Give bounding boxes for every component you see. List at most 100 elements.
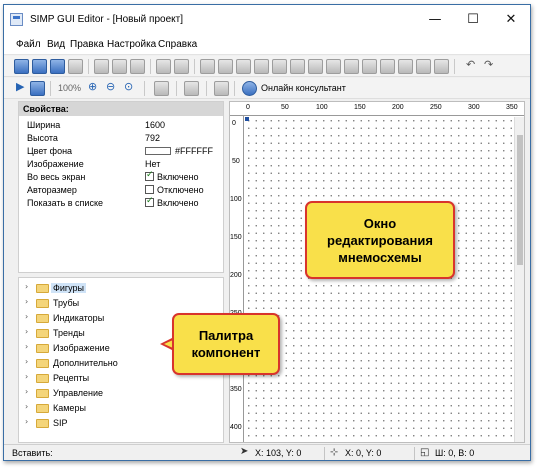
dot-grid[interactable] <box>245 117 513 442</box>
align-middle-icon[interactable] <box>272 59 287 74</box>
layout-icon[interactable] <box>214 81 229 96</box>
color-picker[interactable]: #FFFFFF <box>145 146 213 156</box>
property-row[interactable]: Во весь экран Включено <box>19 170 223 184</box>
property-row[interactable]: Авторазмер Отключено <box>19 184 223 197</box>
property-name: Высота <box>27 133 58 143</box>
group-icon[interactable] <box>156 59 171 74</box>
open-file-icon[interactable] <box>32 59 47 74</box>
layer-up-icon[interactable] <box>434 59 449 74</box>
vertical-scrollbar[interactable] <box>514 117 524 442</box>
toolbar-separator <box>454 59 455 74</box>
same-size-icon[interactable] <box>344 59 359 74</box>
distribute-v-icon[interactable] <box>380 59 395 74</box>
undo-icon[interactable]: ↶ <box>466 58 475 71</box>
property-row[interactable]: Высота 792 <box>19 132 223 145</box>
distribute-h-icon[interactable] <box>362 59 377 74</box>
folder-icon <box>36 404 49 413</box>
callout-line: мнемосхемы <box>338 250 422 265</box>
properties-header: Свойства: <box>19 102 223 116</box>
zoom-in-icon[interactable]: ⊕ <box>88 80 97 93</box>
monitor-icon[interactable] <box>30 81 45 96</box>
tree-item-pipes[interactable]: › Трубы <box>19 296 219 310</box>
expand-arrow-icon[interactable]: › <box>25 387 28 396</box>
property-row[interactable]: Изображение Нет <box>19 158 223 171</box>
autosize-checkbox[interactable] <box>145 185 154 194</box>
property-name: Цвет фона <box>27 146 73 156</box>
grid-icon[interactable] <box>184 81 199 96</box>
same-height-icon[interactable] <box>326 59 341 74</box>
consultant-icon[interactable] <box>242 81 257 96</box>
properties-icon[interactable] <box>154 81 169 96</box>
align-top-icon[interactable] <box>254 59 269 74</box>
run-icon[interactable]: ▶ <box>16 80 24 93</box>
redo-icon[interactable]: ↷ <box>484 58 493 71</box>
toolbar-separator <box>50 81 51 96</box>
cut-icon[interactable] <box>94 59 109 74</box>
bring-front-icon[interactable] <box>398 59 413 74</box>
menu-view[interactable]: Вид <box>47 39 65 50</box>
expand-arrow-icon[interactable]: › <box>25 312 28 321</box>
tree-item-label: Управление <box>53 388 104 398</box>
callout-line: компонент <box>191 345 261 360</box>
minimize-button[interactable]: — <box>416 5 454 35</box>
checkbox-label: Отключено <box>157 185 204 195</box>
expand-arrow-icon[interactable]: › <box>25 327 28 336</box>
expand-arrow-icon[interactable]: › <box>25 417 28 426</box>
show-in-list-checkbox[interactable] <box>145 196 154 207</box>
align-right-icon[interactable] <box>236 59 251 74</box>
expand-arrow-icon[interactable]: › <box>25 282 28 291</box>
menu-file[interactable]: Файл <box>16 39 41 50</box>
tree-item-label: Изображение <box>53 343 110 353</box>
expand-arrow-icon[interactable]: › <box>25 342 28 351</box>
new-file-icon[interactable] <box>14 59 29 74</box>
save-as-icon[interactable] <box>68 59 83 74</box>
fullscreen-checkbox[interactable] <box>145 170 154 181</box>
copy-icon[interactable] <box>112 59 127 74</box>
tree-item-label: Трубы <box>53 298 80 308</box>
tree-item-cameras[interactable]: › Камеры <box>19 401 219 415</box>
property-value[interactable]: 1600 <box>145 120 165 130</box>
align-bottom-icon[interactable] <box>290 59 305 74</box>
scrollbar-thumb[interactable] <box>517 135 523 265</box>
maximize-button[interactable]: ☐ <box>454 5 492 35</box>
status-bar: Вставить: ➤ X: 103, Y: 0 ⊹ X: 0, Y: 0 ◱ … <box>4 444 530 460</box>
folder-icon <box>36 374 49 383</box>
property-name: Показать в списке <box>27 198 103 208</box>
folder-icon <box>36 389 49 398</box>
property-value[interactable]: Нет <box>145 159 160 169</box>
zoom-level[interactable]: 100% <box>58 83 81 93</box>
menu-settings[interactable]: Настройка <box>107 39 156 50</box>
paste-icon[interactable] <box>130 59 145 74</box>
align-center-icon[interactable] <box>218 59 233 74</box>
align-left-icon[interactable] <box>200 59 215 74</box>
online-consultant-button[interactable]: Онлайн консультант <box>261 83 346 93</box>
property-row[interactable]: Показать в списке Включено <box>19 196 223 210</box>
tree-item-label: Камеры <box>53 403 86 413</box>
expand-arrow-icon[interactable]: › <box>25 402 28 411</box>
color-value: #FFFFFF <box>175 146 213 156</box>
property-name: Изображение <box>27 159 84 169</box>
status-separator <box>324 447 325 460</box>
menu-edit[interactable]: Правка <box>70 39 104 50</box>
close-button[interactable]: ✕ <box>492 5 530 35</box>
menu-help[interactable]: Справка <box>158 39 197 50</box>
zoom-fit-icon[interactable]: ⊙ <box>124 80 133 93</box>
property-value[interactable]: 792 <box>145 133 160 143</box>
ungroup-icon[interactable] <box>174 59 189 74</box>
expand-arrow-icon[interactable]: › <box>25 357 28 366</box>
toolbar-separator <box>234 81 235 96</box>
tree-item-control[interactable]: › Управление <box>19 386 219 400</box>
tree-item-label: Рецепты <box>53 373 90 383</box>
save-icon[interactable] <box>50 59 65 74</box>
property-row[interactable]: Ширина 1600 <box>19 119 223 132</box>
color-swatch[interactable] <box>145 147 171 155</box>
property-row[interactable]: Цвет фона #FFFFFF <box>19 145 223 158</box>
send-back-icon[interactable] <box>416 59 431 74</box>
same-width-icon[interactable] <box>308 59 323 74</box>
tree-item-shapes[interactable]: › Фигуры <box>19 281 219 295</box>
tree-item-label: Фигуры <box>51 283 87 293</box>
expand-arrow-icon[interactable]: › <box>25 372 28 381</box>
zoom-out-icon[interactable]: ⊖ <box>106 80 115 93</box>
expand-arrow-icon[interactable]: › <box>25 297 28 306</box>
tree-item-sip[interactable]: › SIP <box>19 416 219 430</box>
